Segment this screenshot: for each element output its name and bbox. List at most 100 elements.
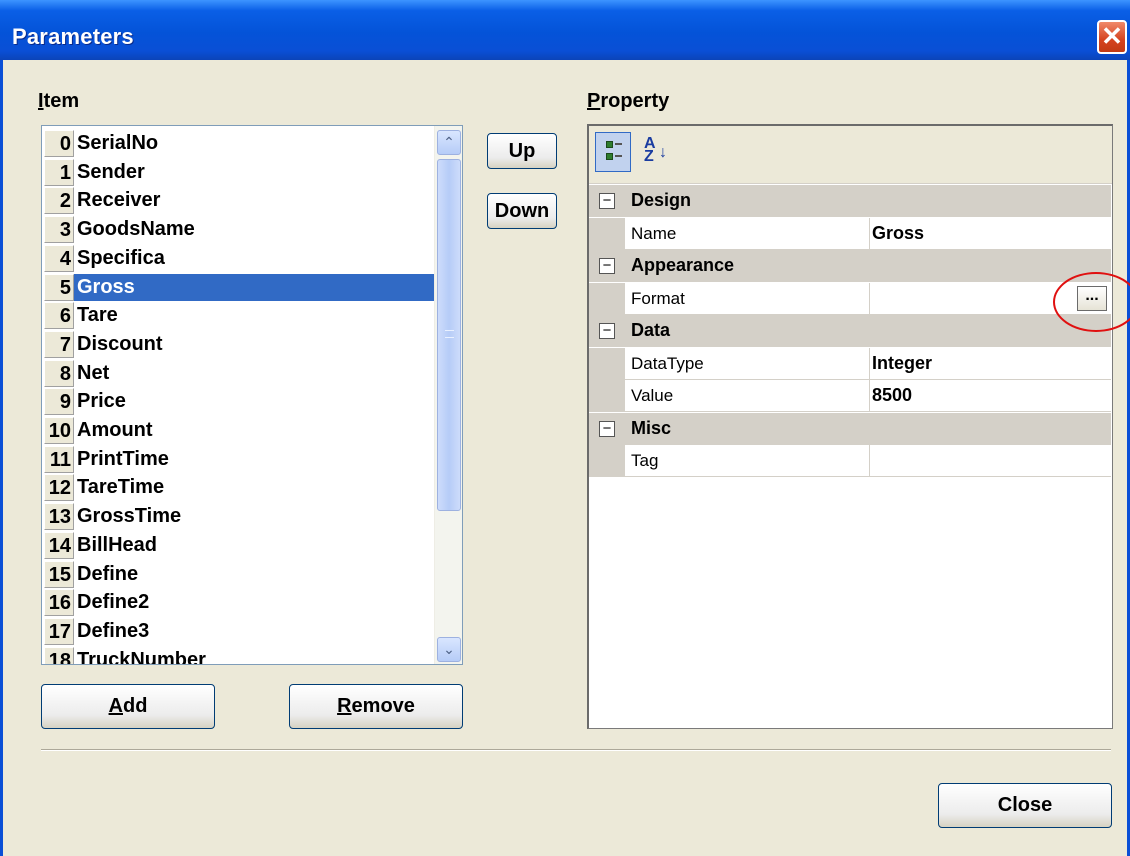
sort-az-icon: A Z bbox=[644, 136, 656, 165]
item-label: Item bbox=[38, 90, 79, 113]
property-row-tag[interactable]: Tag bbox=[589, 445, 1111, 477]
item-name: Tare bbox=[77, 304, 118, 327]
property-row-datatype[interactable]: DataType Integer bbox=[589, 347, 1111, 380]
list-item[interactable]: 2 Receiver bbox=[42, 186, 434, 215]
item-index: 12 bbox=[44, 474, 74, 502]
item-index: 18 bbox=[44, 646, 74, 664]
item-name: BillHead bbox=[77, 533, 158, 556]
categorized-button[interactable] bbox=[595, 132, 631, 172]
item-name: Define3 bbox=[77, 619, 150, 642]
highlight-circle bbox=[1053, 272, 1130, 332]
property-name[interactable]: Name bbox=[625, 217, 870, 250]
category-design[interactable]: − Design bbox=[589, 185, 1111, 217]
list-item[interactable]: 18 TruckNumber bbox=[42, 646, 434, 665]
item-listbox[interactable]: 0 SerialNo 1 Sender 2 Receiver 3 GoodsName 4 Spec… bbox=[41, 125, 463, 665]
list-item[interactable]: 9 Price bbox=[42, 387, 434, 416]
item-name: GrossTime bbox=[77, 505, 182, 528]
property-row-format[interactable]: Format... bbox=[589, 282, 1111, 315]
property-name[interactable]: Format bbox=[625, 282, 870, 315]
list-item[interactable]: 5 Gross bbox=[42, 273, 434, 302]
category-misc[interactable]: − Misc bbox=[589, 412, 1111, 445]
item-index: 11 bbox=[44, 445, 74, 473]
az-z: Z bbox=[644, 148, 654, 165]
list-item[interactable]: 17 Define3 bbox=[42, 617, 434, 646]
scroll-thumb[interactable] bbox=[437, 159, 461, 511]
collapse-icon[interactable]: − bbox=[599, 420, 615, 437]
remove-accel: R bbox=[337, 695, 352, 717]
sort-arrow-icon: ↓ bbox=[659, 144, 667, 161]
scroll-down-icon[interactable]: ⌄ bbox=[437, 637, 461, 662]
scroll-up-icon[interactable]: ⌃ bbox=[437, 130, 461, 155]
item-name: PrintTime bbox=[77, 447, 169, 470]
list-item[interactable]: 1 Sender bbox=[42, 158, 434, 187]
property-row-value[interactable]: Value 8500 bbox=[589, 380, 1111, 412]
window-title: Parameters bbox=[12, 24, 134, 49]
row-gutter bbox=[589, 380, 625, 412]
list-item[interactable]: 11 PrintTime bbox=[42, 445, 434, 474]
item-index: 7 bbox=[44, 330, 74, 358]
category-name: Design bbox=[631, 190, 692, 210]
property-value[interactable]: 8500 bbox=[870, 380, 1111, 412]
collapse-icon[interactable]: − bbox=[599, 193, 615, 209]
add-accel: A bbox=[108, 695, 123, 717]
item-index: 13 bbox=[44, 503, 74, 531]
title-bar[interactable]: Parameters ✕ bbox=[0, 0, 1130, 60]
item-index: 3 bbox=[44, 216, 74, 244]
remove-rest: emove bbox=[351, 695, 415, 717]
property-grid[interactable]: A Z ↓ − Design Name Gross − Appearance Format.… bbox=[587, 124, 1113, 729]
item-name: Define bbox=[77, 562, 139, 585]
item-name: Price bbox=[77, 390, 126, 413]
item-index: 17 bbox=[44, 617, 74, 645]
property-value[interactable] bbox=[870, 445, 1111, 477]
grip-icon bbox=[445, 330, 454, 338]
item-name: Amount bbox=[77, 419, 153, 441]
alphabetical-button[interactable]: A Z ↓ bbox=[635, 132, 671, 172]
category-appearance[interactable]: − Appearance bbox=[589, 250, 1111, 282]
property-toolbar: A Z ↓ bbox=[589, 126, 1112, 184]
item-index: 0 bbox=[44, 130, 74, 157]
item-name: TruckNumber bbox=[77, 648, 206, 665]
list-item[interactable]: 10 Amount bbox=[42, 416, 434, 445]
down-button[interactable]: Down bbox=[487, 193, 557, 229]
list-item[interactable]: 8 Net bbox=[42, 359, 434, 388]
list-item[interactable]: 7 Discount bbox=[42, 330, 434, 359]
item-index: 10 bbox=[44, 417, 74, 444]
item-index: 9 bbox=[44, 388, 74, 416]
item-name: SerialNo bbox=[77, 132, 159, 154]
collapse-icon[interactable]: − bbox=[599, 258, 615, 274]
property-value-text: Gross bbox=[872, 222, 925, 243]
item-name: Receiver bbox=[77, 189, 161, 212]
list-item[interactable]: 3 GoodsName bbox=[42, 215, 434, 244]
item-name: Define2 bbox=[77, 591, 150, 614]
up-button[interactable]: Up bbox=[487, 133, 557, 169]
list-item[interactable]: 14 BillHead bbox=[42, 531, 434, 560]
property-name[interactable]: DataType bbox=[625, 347, 870, 380]
list-item[interactable]: 13 GrossTime bbox=[42, 502, 434, 531]
list-item[interactable]: 16 Define2 bbox=[42, 588, 434, 617]
property-value[interactable]: Integer bbox=[870, 348, 1111, 380]
list-item[interactable]: 12 TareTime bbox=[42, 473, 434, 502]
property-value-text: Integer bbox=[872, 352, 933, 373]
property-value[interactable]: Gross bbox=[870, 218, 1111, 250]
property-name[interactable]: Tag bbox=[625, 445, 870, 477]
remove-button[interactable]: Remove bbox=[289, 684, 463, 729]
property-label-accel: P bbox=[587, 90, 601, 112]
list-item[interactable]: 15 Define bbox=[42, 560, 434, 589]
separator bbox=[41, 749, 1111, 751]
item-name: TareTime bbox=[77, 476, 165, 499]
collapse-icon[interactable]: − bbox=[599, 323, 615, 339]
add-rest: dd bbox=[123, 695, 148, 717]
list-item[interactable]: 4 Specifica bbox=[42, 244, 434, 273]
vertical-scrollbar[interactable]: ⌃ ⌄ bbox=[434, 126, 462, 664]
property-name[interactable]: Value bbox=[625, 380, 870, 412]
property-label: Property bbox=[587, 90, 669, 113]
list-item[interactable]: 0 SerialNo bbox=[42, 129, 434, 158]
close-button[interactable]: Close bbox=[938, 783, 1112, 828]
row-gutter bbox=[589, 217, 625, 250]
list-item[interactable]: 6 Tare bbox=[42, 301, 434, 330]
close-window-button[interactable]: ✕ bbox=[1097, 20, 1127, 54]
category-data[interactable]: − Data bbox=[589, 315, 1111, 347]
category-name: Appearance bbox=[631, 255, 735, 275]
add-button[interactable]: Add bbox=[41, 684, 215, 729]
property-row-name[interactable]: Name Gross bbox=[589, 217, 1111, 250]
